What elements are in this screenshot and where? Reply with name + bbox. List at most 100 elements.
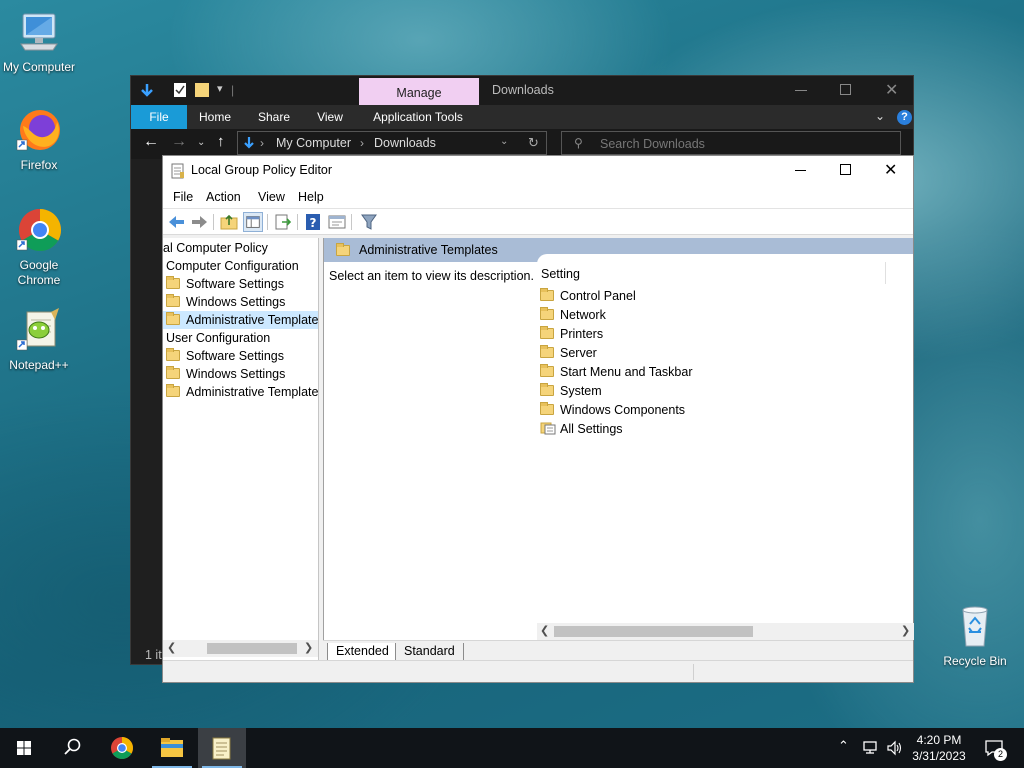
list-item-all-settings[interactable]: All Settings: [540, 420, 623, 439]
help-icon[interactable]: ?: [897, 110, 912, 125]
tab-file[interactable]: File: [131, 105, 187, 129]
scroll-right-icon[interactable]: ❯: [901, 624, 910, 637]
action-center-button[interactable]: 2: [978, 728, 1018, 768]
desktop-icon-label: Notepad++: [9, 358, 69, 372]
description-pane: Select an item to view its description.: [324, 262, 537, 632]
menu-help[interactable]: Help: [298, 190, 324, 204]
menu-file[interactable]: File: [173, 190, 193, 204]
taskbar-chrome[interactable]: [98, 728, 146, 768]
filter-icon[interactable]: [359, 212, 379, 232]
list-item-system[interactable]: System: [540, 382, 602, 401]
refresh-icon[interactable]: ↻: [528, 135, 539, 151]
list-item-server[interactable]: Server: [540, 344, 597, 363]
tree-item-user-configuration[interactable]: User Configuration: [166, 329, 270, 347]
taskbar-file-explorer[interactable]: [148, 728, 196, 768]
ribbon-expand-icon[interactable]: ⌄: [875, 109, 885, 123]
tree-item-local-computer-policy[interactable]: al Computer Policy: [163, 239, 268, 257]
maximize-icon[interactable]: [840, 84, 851, 95]
taskbar-gpedit[interactable]: [198, 728, 246, 768]
clock-date: 3/31/2023: [912, 749, 966, 763]
minimize-icon[interactable]: [795, 90, 807, 91]
desktop-icon-notepadpp[interactable]: Notepad++: [0, 306, 78, 373]
details-header-title: Administrative Templates: [359, 243, 498, 257]
export-list-icon[interactable]: [273, 212, 293, 232]
up-icon[interactable]: ↑: [217, 133, 225, 150]
desktop-icon-label: Recycle Bin: [943, 654, 1007, 668]
scroll-right-icon[interactable]: ❯: [304, 641, 313, 654]
gpedit-titlebar[interactable]: Local Group Policy Editor ✕: [163, 156, 913, 185]
properties-icon[interactable]: [327, 212, 347, 232]
tab-extended[interactable]: Extended: [327, 643, 398, 661]
tree-item-administrative-templates-selected[interactable]: Administrative Templates: [163, 311, 318, 329]
tab-share[interactable]: Share: [251, 105, 297, 129]
network-icon[interactable]: [862, 740, 880, 756]
back-icon[interactable]: ←: [143, 133, 159, 151]
properties-icon[interactable]: [173, 82, 187, 98]
desktop-icon-recycle-bin[interactable]: Recycle Bin: [936, 602, 1014, 669]
scroll-left-icon[interactable]: ❮: [540, 624, 549, 637]
forward-icon[interactable]: [189, 212, 209, 232]
column-header-setting[interactable]: Setting: [541, 267, 580, 281]
gpedit-body: al Computer Policy Computer Configuratio…: [163, 238, 914, 662]
tree-pane[interactable]: al Computer Policy Computer Configuratio…: [163, 238, 319, 662]
scroll-thumb[interactable]: [554, 626, 753, 637]
contextual-tab-manage[interactable]: Manage: [359, 78, 479, 105]
group-policy-editor-window[interactable]: Local Group Policy Editor ✕ File Action …: [162, 155, 914, 683]
desktop-icon-firefox[interactable]: Firefox: [0, 106, 78, 173]
notepadpp-icon: [15, 306, 63, 354]
address-dropdown-icon[interactable]: ⌄: [500, 136, 508, 147]
clock[interactable]: 4:20 PM 3/31/2023: [906, 731, 972, 765]
tree-item-windows-settings[interactable]: Windows Settings: [166, 365, 285, 383]
list-horizontal-scrollbar[interactable]: ❮ ❯: [537, 623, 914, 640]
menu-view[interactable]: View: [258, 190, 285, 204]
folder-icon[interactable]: [195, 83, 209, 97]
desktop-icon-my-computer[interactable]: My Computer: [0, 8, 78, 75]
close-icon[interactable]: ✕: [885, 80, 898, 100]
settings-list[interactable]: Setting Control Panel Network Printers S…: [537, 254, 913, 632]
list-item-network[interactable]: Network: [540, 306, 606, 325]
breadcrumb-downloads[interactable]: Downloads: [374, 136, 436, 150]
minimize-icon[interactable]: [795, 170, 806, 171]
up-folder-icon[interactable]: [219, 212, 239, 232]
menu-action[interactable]: Action: [206, 190, 241, 204]
explorer-titlebar[interactable]: ▾ | Manage Downloads ✕: [131, 76, 913, 105]
start-button[interactable]: [0, 728, 48, 768]
recent-dropdown-icon[interactable]: ⌄: [197, 137, 205, 148]
desktop-icon-chrome[interactable]: Google Chrome: [0, 206, 78, 288]
search-icon: ⚲: [574, 136, 583, 150]
show-hide-tree-icon[interactable]: [243, 212, 263, 232]
downloads-icon: [244, 137, 254, 149]
help-icon[interactable]: ?: [303, 212, 323, 232]
list-item-start-menu-and-taskbar[interactable]: Start Menu and Taskbar: [540, 363, 692, 382]
tree-item-administrative-templates[interactable]: Administrative Templates: [166, 383, 318, 401]
address-bar[interactable]: › My Computer › Downloads ⌄ ↻: [237, 131, 547, 155]
tree-item-software-settings[interactable]: Software Settings: [166, 347, 284, 365]
maximize-icon[interactable]: [840, 164, 851, 175]
gpedit-app-icon: [171, 163, 184, 179]
list-item-printers[interactable]: Printers: [540, 325, 603, 344]
list-item-windows-components[interactable]: Windows Components: [540, 401, 685, 420]
back-icon[interactable]: [167, 212, 187, 232]
tree-item-windows-settings[interactable]: Windows Settings: [166, 293, 285, 311]
scroll-thumb[interactable]: [207, 643, 297, 654]
tree-item-computer-configuration[interactable]: Computer Configuration: [166, 257, 299, 275]
search-box[interactable]: ⚲ Search Downloads: [561, 131, 901, 155]
qat-dropdown-icon[interactable]: ▾: [217, 82, 223, 95]
tree-item-software-settings[interactable]: Software Settings: [166, 275, 284, 293]
close-icon[interactable]: ✕: [884, 160, 897, 180]
folder-icon: [540, 364, 554, 377]
folder-icon: [540, 345, 554, 358]
volume-icon[interactable]: [886, 740, 904, 756]
tab-standard[interactable]: Standard: [395, 643, 464, 661]
tab-application-tools[interactable]: Application Tools: [367, 105, 469, 129]
breadcrumb-my-computer[interactable]: My Computer: [276, 136, 351, 150]
scroll-left-icon[interactable]: ❮: [167, 641, 176, 654]
tab-view[interactable]: View: [309, 105, 351, 129]
show-hidden-icons-icon[interactable]: ⌃: [838, 738, 849, 754]
forward-icon[interactable]: →: [171, 133, 187, 151]
tab-home[interactable]: Home: [193, 105, 237, 129]
search-button[interactable]: [48, 728, 96, 768]
tree-horizontal-scrollbar[interactable]: ❮ ❯: [163, 640, 318, 657]
all-settings-icon: [540, 422, 556, 435]
list-item-control-panel[interactable]: Control Panel: [540, 287, 636, 306]
